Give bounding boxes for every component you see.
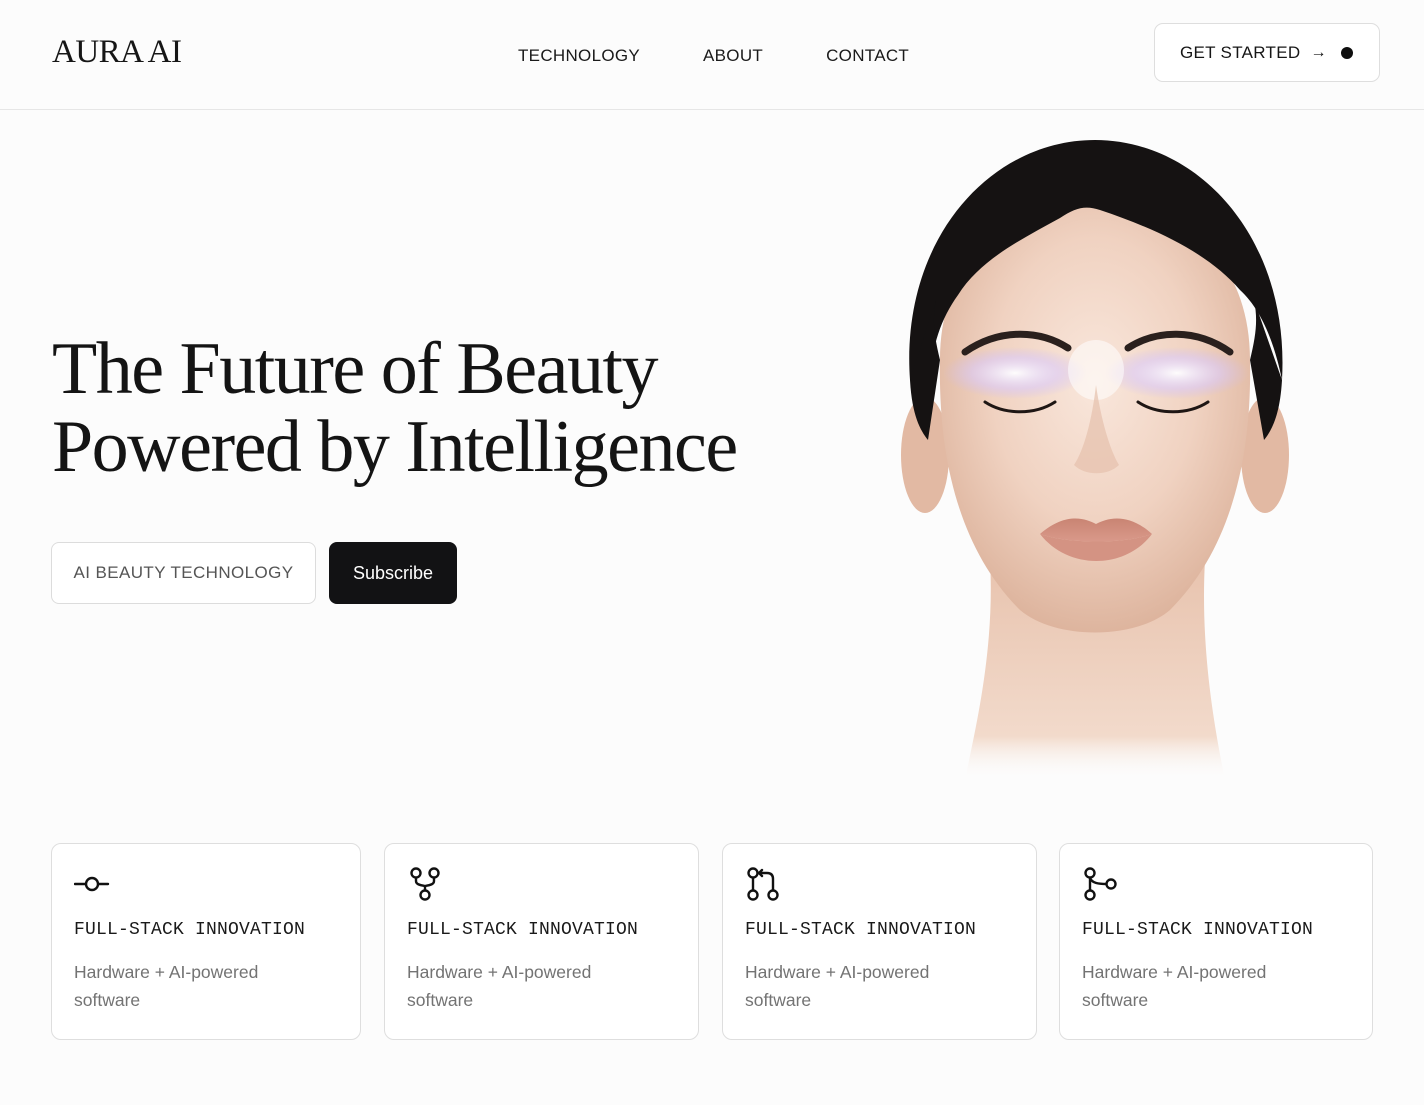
feature-card-4[interactable]: FULL-STACK INNOVATION Hardware + AI-powe… xyxy=(1059,843,1373,1040)
fork-icon xyxy=(410,867,440,901)
feature-title: FULL-STACK INNOVATION xyxy=(407,920,639,940)
pull-request-icon xyxy=(747,867,779,901)
nav-link-about[interactable]: ABOUT xyxy=(703,46,763,66)
get-started-label: GET STARTED xyxy=(1180,42,1301,62)
hero-title: The Future of Beauty Powered by Intellig… xyxy=(52,330,772,486)
arrow-right-icon: → xyxy=(1310,43,1327,61)
feature-title: FULL-STACK INNOVATION xyxy=(745,920,977,940)
hero-portrait-image xyxy=(901,140,1289,780)
branch-icon xyxy=(1084,867,1117,901)
dot-indicator-icon xyxy=(1341,47,1353,59)
feature-card-1[interactable]: FULL-STACK INNOVATION Hardware + AI-powe… xyxy=(51,843,361,1040)
feature-title: FULL-STACK INNOVATION xyxy=(74,920,306,940)
feature-description: Hardware + AI-powered software xyxy=(1082,962,1267,1010)
feature-card-3[interactable]: FULL-STACK INNOVATION Hardware + AI-powe… xyxy=(722,843,1037,1040)
brand-logo[interactable]: AURA AI xyxy=(52,34,182,71)
feature-title: FULL-STACK INNOVATION xyxy=(1082,920,1314,940)
nav-link-technology[interactable]: TECHNOLOGY xyxy=(518,46,640,66)
hero-title-line-2: Powered by Intelligence xyxy=(52,406,738,488)
feature-description: Hardware + AI-powered software xyxy=(745,962,930,1010)
site-header: AURA AI TECHNOLOGY ABOUT CONTACT GET STA… xyxy=(0,0,1424,110)
feature-description: Hardware + AI-powered software xyxy=(407,962,592,1010)
get-started-button[interactable]: GET STARTED → xyxy=(1154,23,1380,82)
nav-link-contact[interactable]: CONTACT xyxy=(826,46,909,66)
feature-card-2[interactable]: FULL-STACK INNOVATION Hardware + AI-powe… xyxy=(384,843,699,1040)
hero-title-line-1: The Future of Beauty xyxy=(52,328,659,410)
commit-icon xyxy=(74,876,110,892)
ai-beauty-technology-chip[interactable]: AI BEAUTY TECHNOLOGY xyxy=(51,542,316,604)
feature-description: Hardware + AI-powered software xyxy=(74,962,259,1010)
subscribe-button[interactable]: Subscribe xyxy=(329,542,457,604)
main-nav: TECHNOLOGY ABOUT CONTACT xyxy=(518,46,972,66)
